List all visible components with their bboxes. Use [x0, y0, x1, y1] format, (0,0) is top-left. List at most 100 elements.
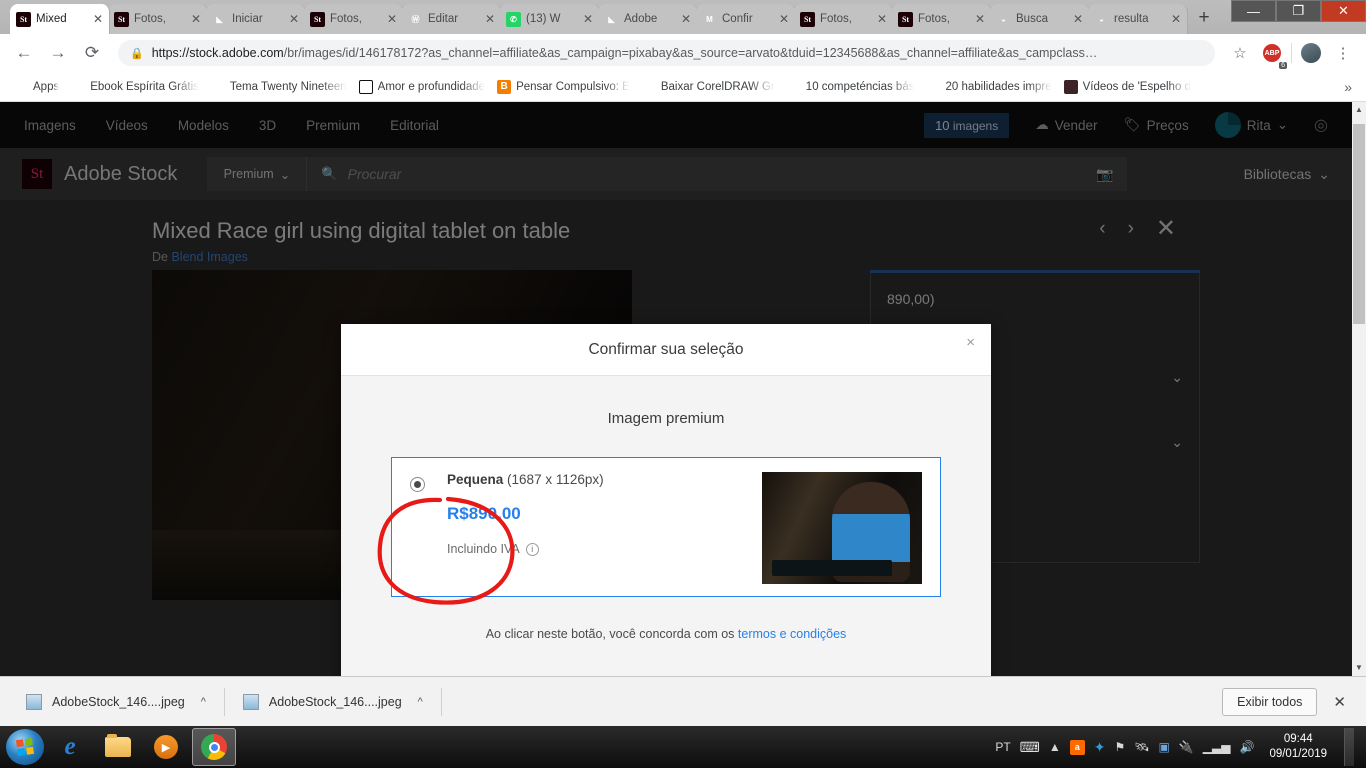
- bookmark-item[interactable]: ◍ Baixar CorelDRAW Gr: [636, 77, 781, 97]
- bookmark-star-icon[interactable]: ☆: [1227, 40, 1253, 66]
- windows-logo-icon: [15, 737, 35, 757]
- close-tab-icon[interactable]: ✕: [975, 13, 985, 25]
- keyboard-icon[interactable]: ⌨: [1020, 739, 1040, 756]
- taskbar-clock[interactable]: 09:44 09/01/2019: [1269, 732, 1327, 762]
- adobe-stock-favicon: St: [310, 11, 325, 27]
- tab-title: Busca: [1016, 13, 1048, 25]
- signal-icon[interactable]: ▁▃▅: [1203, 740, 1231, 754]
- close-tab-icon[interactable]: ✕: [779, 13, 789, 25]
- thumbnail-tablet: [772, 560, 892, 576]
- back-icon[interactable]: ←: [10, 39, 38, 67]
- close-tab-icon[interactable]: ✕: [877, 13, 887, 25]
- bookmark-item[interactable]: B Pensar Compulsivo: E: [491, 77, 636, 97]
- chrome-menu-icon[interactable]: ⋮: [1330, 40, 1356, 66]
- tab-title: Mixed: [36, 13, 67, 25]
- bookmarks-overflow-icon[interactable]: »: [1344, 79, 1358, 95]
- browser-tab[interactable]: ◒ Busca ✕: [990, 4, 1090, 34]
- browser-tab[interactable]: ◒ resulta ✕: [1088, 4, 1188, 34]
- close-tab-icon[interactable]: ✕: [1073, 13, 1083, 25]
- bookmark-item[interactable]: ◐ 20 habilidades impre: [920, 77, 1057, 97]
- new-tab-button[interactable]: +: [1192, 7, 1216, 31]
- close-tab-icon[interactable]: ✕: [387, 13, 397, 25]
- plug-icon[interactable]: 🔌: [1179, 740, 1194, 754]
- taskbar-media-player[interactable]: ▶: [144, 728, 188, 766]
- address-bar[interactable]: 🔒 https://stock.adobe.com/br/images/id/1…: [118, 40, 1215, 66]
- bookmark-item[interactable]: Ⓦ Tema Twenty Nineteen: [205, 77, 353, 97]
- modal-header: Confirmar sua seleção ×: [341, 324, 991, 376]
- tab-title: Editar: [428, 13, 459, 25]
- bookmark-item[interactable]: Vídeos de 'Espelho d: [1058, 77, 1197, 97]
- browser-tab[interactable]: St Fotos, ✕: [892, 4, 992, 34]
- bookmark-item[interactable]: 🗋 Ebook Espírita Grátis: [65, 77, 205, 97]
- downloads-actions: Exibir todos ✕: [1222, 687, 1352, 716]
- bookmark-item[interactable]: ◐ 10 competéncias bás: [781, 77, 921, 97]
- close-icon[interactable]: ×: [966, 334, 975, 351]
- download-menu-icon[interactable]: ^: [418, 696, 423, 708]
- divider: [440, 687, 442, 716]
- show-desktop-button[interactable]: [1344, 728, 1354, 766]
- maximize-button[interactable]: ❐: [1276, 0, 1321, 22]
- flag-icon[interactable]: ⚑: [1115, 740, 1126, 754]
- web-page: Imagens Vídeos Modelos 3D Premium Editorial 1…: [0, 102, 1352, 676]
- scroll-up-arrow[interactable]: ▲: [1352, 102, 1366, 118]
- download-menu-icon[interactable]: ^: [201, 696, 206, 708]
- forward-icon[interactable]: →: [44, 39, 72, 67]
- avast-icon[interactable]: a: [1069, 739, 1085, 755]
- language-indicator[interactable]: PT: [995, 740, 1010, 754]
- bookmark-item[interactable]: N Amor e profundidade: [353, 77, 491, 97]
- download-item[interactable]: AdobeStock_146....jpeg ^: [14, 687, 218, 717]
- close-tab-icon[interactable]: ✕: [93, 13, 103, 25]
- close-downloads-bar-icon[interactable]: ✕: [1333, 693, 1352, 711]
- size-radio-button[interactable]: [410, 477, 425, 492]
- bookmark-item[interactable]: ▦ Apps: [8, 77, 65, 97]
- terms-link[interactable]: termos e condições: [738, 627, 846, 641]
- reload-icon[interactable]: ⟳: [78, 39, 106, 67]
- browser-tab[interactable]: St Fotos, ✕: [794, 4, 894, 34]
- browser-tab[interactable]: ✆ (13) W ✕: [500, 4, 600, 34]
- page-scrollbar[interactable]: ▲ ▼: [1352, 102, 1366, 676]
- start-button[interactable]: [6, 729, 44, 765]
- close-tab-icon[interactable]: ✕: [583, 13, 593, 25]
- close-tab-icon[interactable]: ✕: [485, 13, 495, 25]
- bluetooth-icon[interactable]: ✦: [1094, 739, 1106, 756]
- browser-tab[interactable]: St Fotos, ✕: [108, 4, 208, 34]
- close-tab-icon[interactable]: ✕: [191, 13, 201, 25]
- taskbar-google-chrome[interactable]: [192, 728, 236, 766]
- minimize-button[interactable]: —: [1231, 0, 1276, 22]
- browser-tab[interactable]: St Fotos, ✕: [304, 4, 404, 34]
- close-window-button[interactable]: ✕: [1321, 0, 1366, 22]
- download-filename: AdobeStock_146....jpeg: [52, 694, 185, 709]
- profile-avatar[interactable]: [1298, 40, 1324, 66]
- browser-tab[interactable]: St Mixed ✕: [10, 4, 110, 34]
- office-icon[interactable]: ▣: [1159, 740, 1170, 754]
- scrollbar-thumb[interactable]: [1353, 124, 1365, 324]
- tab-strip: St Mixed ✕ St Fotos, ✕ ◣ Iniciar ✕ St Fotos, ✕ Ⓦ Edi…: [0, 0, 1366, 34]
- option-size-name: Pequena: [447, 472, 504, 487]
- info-icon[interactable]: i: [525, 542, 539, 556]
- option-thumbnail: [762, 472, 922, 584]
- adobe-stock-favicon: St: [16, 11, 31, 27]
- close-tab-icon[interactable]: ✕: [681, 13, 691, 25]
- notion-icon: N: [358, 79, 373, 94]
- volume-icon[interactable]: 🔊: [1239, 740, 1254, 754]
- download-item[interactable]: AdobeStock_146....jpeg ^: [231, 687, 435, 717]
- modal-body: Imagem premium Pequena (1687 x 1126px) R…: [341, 376, 991, 676]
- browser-tab[interactable]: Ⓦ Editar ✕: [402, 4, 502, 34]
- file-explorer-icon: [105, 734, 131, 757]
- browser-toolbar: ← → ⟳ 🔒 https://stock.adobe.com/br/image…: [0, 34, 1366, 72]
- show-hidden-icons[interactable]: ▲: [1049, 740, 1061, 754]
- taskbar-file-explorer[interactable]: [96, 728, 140, 766]
- satellite-icon[interactable]: 🛰: [1134, 740, 1149, 754]
- close-tab-icon[interactable]: ✕: [1171, 13, 1181, 25]
- browser-tab[interactable]: ◣ Adobe ✕: [598, 4, 698, 34]
- taskbar-internet-explorer[interactable]: e: [48, 728, 92, 766]
- close-tab-icon[interactable]: ✕: [289, 13, 299, 25]
- whatsapp-favicon: ✆: [506, 11, 521, 27]
- adblock-extension-icon[interactable]: ABP 6: [1259, 40, 1287, 69]
- document-icon: 🗋: [74, 80, 83, 91]
- scroll-down-arrow[interactable]: ▼: [1352, 660, 1366, 676]
- size-option-card[interactable]: Pequena (1687 x 1126px) R$890,00 Incluin…: [377, 457, 941, 605]
- browser-tab[interactable]: M Confir ✕: [696, 4, 796, 34]
- show-all-downloads-button[interactable]: Exibir todos: [1222, 687, 1318, 716]
- browser-tab[interactable]: ◣ Iniciar ✕: [206, 4, 306, 34]
